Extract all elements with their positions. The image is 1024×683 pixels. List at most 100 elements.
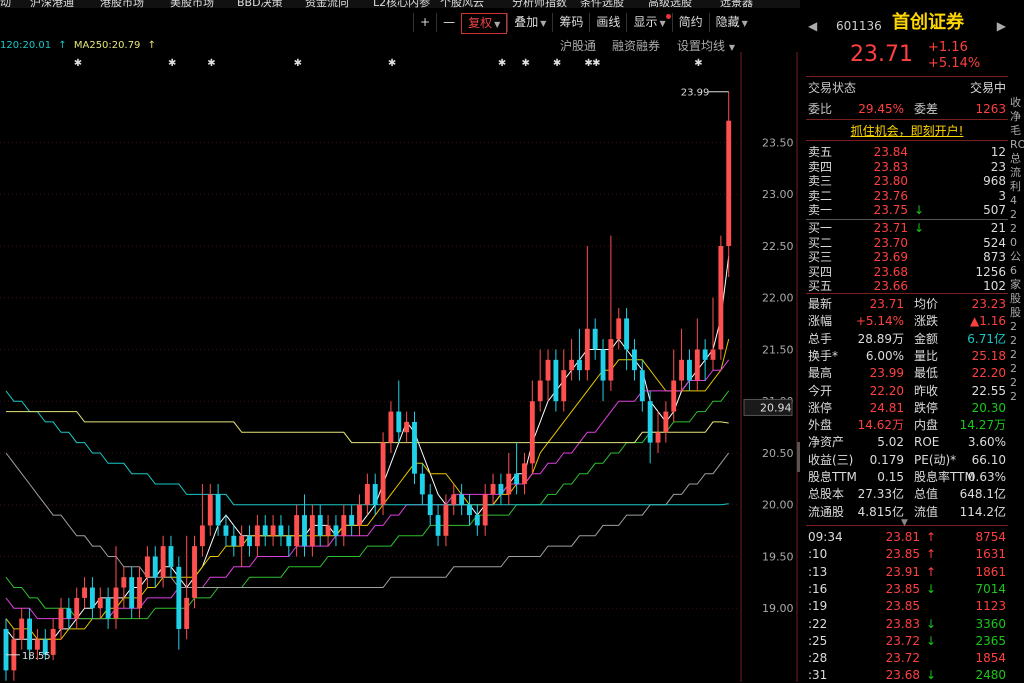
- stat-label: 昨收: [914, 383, 939, 398]
- ask-row[interactable]: 卖四 23.83 23: [808, 159, 1006, 175]
- candle-body: [207, 494, 213, 526]
- display-dropdown[interactable]: 显示 ▼: [626, 13, 671, 32]
- event-marker-icon[interactable]: ✱: [694, 58, 702, 69]
- top-menu-item[interactable]: 资金流向: [305, 0, 349, 8]
- top-menu-item[interactable]: 分析师指数: [512, 0, 567, 8]
- tick-time: :13: [808, 564, 828, 579]
- candle-body: [671, 380, 677, 412]
- zoom-out-button[interactable]: —: [436, 13, 461, 32]
- bid-row[interactable]: 买五 23.66 102: [808, 278, 1006, 294]
- candle-body: [184, 597, 190, 629]
- tick-price: 23.85: [885, 599, 920, 614]
- candle-body: [482, 494, 488, 526]
- event-marker-icon[interactable]: ✱: [168, 58, 176, 69]
- stat-label: 最高: [808, 366, 833, 381]
- top-menu-item[interactable]: 条件选股: [580, 0, 624, 8]
- low-label: 18.55: [22, 651, 51, 662]
- top-menu-item[interactable]: 沪深港通: [30, 0, 74, 8]
- candle-body: [372, 484, 378, 505]
- edge-text: 2: [1010, 376, 1017, 389]
- bid-row[interactable]: 买二 23.70 524: [808, 235, 1006, 251]
- candle-body: [231, 535, 237, 547]
- candle-body: [74, 597, 80, 619]
- chip-button[interactable]: 筹码: [552, 13, 589, 32]
- stat-row: 换手* 6.00% 量比 25.18: [808, 348, 1006, 364]
- event-marker-icon[interactable]: ✱: [521, 58, 529, 69]
- prev-stock-icon[interactable]: ◀: [808, 18, 817, 34]
- candle-body: [702, 349, 708, 360]
- zoom-in-button[interactable]: +: [413, 13, 436, 32]
- promo-link[interactable]: 抓住机会，即刻开户!: [806, 122, 1008, 139]
- overlay-dropdown[interactable]: 叠加 ▼: [507, 13, 552, 32]
- fuquan-dropdown[interactable]: 复权 ▼: [461, 13, 508, 34]
- event-marker-icon[interactable]: ✱: [294, 58, 302, 69]
- ask-row[interactable]: 卖五 23.84 12: [808, 144, 1006, 160]
- top-menu-item[interactable]: BBD决策: [237, 0, 283, 8]
- stat-value: 0.15: [877, 470, 904, 484]
- collapse-arrow-icon[interactable]: ▼: [901, 518, 908, 528]
- stat-row: 股息TTM 0.15 股息率TTM 0.63%: [808, 469, 1006, 485]
- candle-body: [325, 525, 331, 536]
- tick-price: 23.81: [885, 530, 920, 544]
- stat-label: ROE: [914, 435, 940, 450]
- event-marker-icon[interactable]: ✱: [553, 58, 561, 69]
- ask-row[interactable]: 卖一 23.75 ↓ 507: [808, 202, 1006, 218]
- event-marker-icon[interactable]: ✱: [74, 58, 82, 69]
- candle-body: [498, 484, 504, 495]
- event-marker-icon[interactable]: ✱: [592, 58, 600, 69]
- top-menu-item[interactable]: 高级选股: [648, 0, 692, 8]
- ask-row[interactable]: 卖二 23.76 3: [808, 188, 1006, 204]
- kline-chart[interactable]: 23.5023.0022.5022.0021.5021.0020.5020.00…: [0, 52, 800, 682]
- top-menu-item[interactable]: 港股市场: [100, 0, 144, 8]
- top-menu-item[interactable]: 动: [0, 0, 11, 8]
- bid-row[interactable]: 买一 23.71 ↓ 21: [808, 220, 1006, 236]
- y-tick-label: 19.00: [762, 602, 794, 615]
- stat-value: 3.60%: [967, 435, 1006, 450]
- divider: [806, 140, 1008, 141]
- top-menu-item[interactable]: L2核心内参: [373, 0, 430, 8]
- candle-body: [679, 359, 685, 381]
- tick-volume: 2365: [975, 633, 1006, 648]
- bid-row[interactable]: 买四 23.68 1256: [808, 264, 1006, 280]
- candle-body: [105, 597, 111, 619]
- stat-value: 22.55: [971, 383, 1006, 398]
- stat-label: PE(动)*: [914, 452, 957, 467]
- edge-panel: 收净毛 RO 总流利 4 2 2 0 公 6家股股 2 2 2 2 2 2: [1010, 96, 1024, 404]
- top-menu-item[interactable]: 美股市场: [170, 0, 214, 8]
- stat-row: 外盘 14.62万 内盘 14.27万: [808, 417, 1006, 433]
- simple-mode-button[interactable]: 简约: [671, 13, 709, 32]
- candle-body: [632, 349, 637, 371]
- stat-label: 外盘: [808, 418, 833, 433]
- edge-text: 总: [1010, 152, 1021, 165]
- candle-body: [404, 421, 410, 433]
- hide-dropdown[interactable]: 隐藏 ▼: [708, 13, 754, 32]
- candle-body: [537, 380, 543, 402]
- event-marker-icon[interactable]: ✱: [207, 58, 215, 69]
- level-label: 买三: [808, 250, 833, 265]
- candle-body: [192, 546, 197, 598]
- stat-label: 金额: [914, 331, 939, 346]
- level-volume: 102: [983, 279, 1006, 294]
- candle-body: [396, 411, 402, 433]
- event-marker-icon[interactable]: ✱: [388, 58, 396, 69]
- candle-body: [121, 577, 127, 588]
- edge-text: 股: [1010, 306, 1021, 319]
- candle-body: [113, 587, 119, 619]
- level-label: 卖三: [808, 174, 833, 189]
- top-menu-item[interactable]: 远景器: [720, 0, 753, 8]
- bid-row[interactable]: 买三 23.69 873: [808, 249, 1006, 265]
- tick-row: :10 23.85 ↑ 1631: [808, 546, 1006, 562]
- top-menu-item[interactable]: 个股风云: [440, 0, 484, 8]
- stat-label: 涨跌: [914, 314, 939, 329]
- stat-label: 换手*: [808, 348, 839, 363]
- stat-row: 净资产 5.02 ROE 3.60%: [808, 434, 1006, 450]
- level-label: 买四: [808, 264, 833, 279]
- ask-row[interactable]: 卖三 23.80 968: [808, 173, 1006, 189]
- next-stock-icon[interactable]: ▶: [997, 18, 1006, 34]
- panel-collapse-handle[interactable]: [797, 442, 800, 472]
- candle-body: [97, 597, 103, 609]
- event-marker-icon[interactable]: ✱: [498, 58, 506, 69]
- level-price: 23.70: [873, 235, 908, 250]
- edge-text: 股: [1010, 292, 1021, 305]
- draw-line-button[interactable]: 画线: [589, 13, 626, 32]
